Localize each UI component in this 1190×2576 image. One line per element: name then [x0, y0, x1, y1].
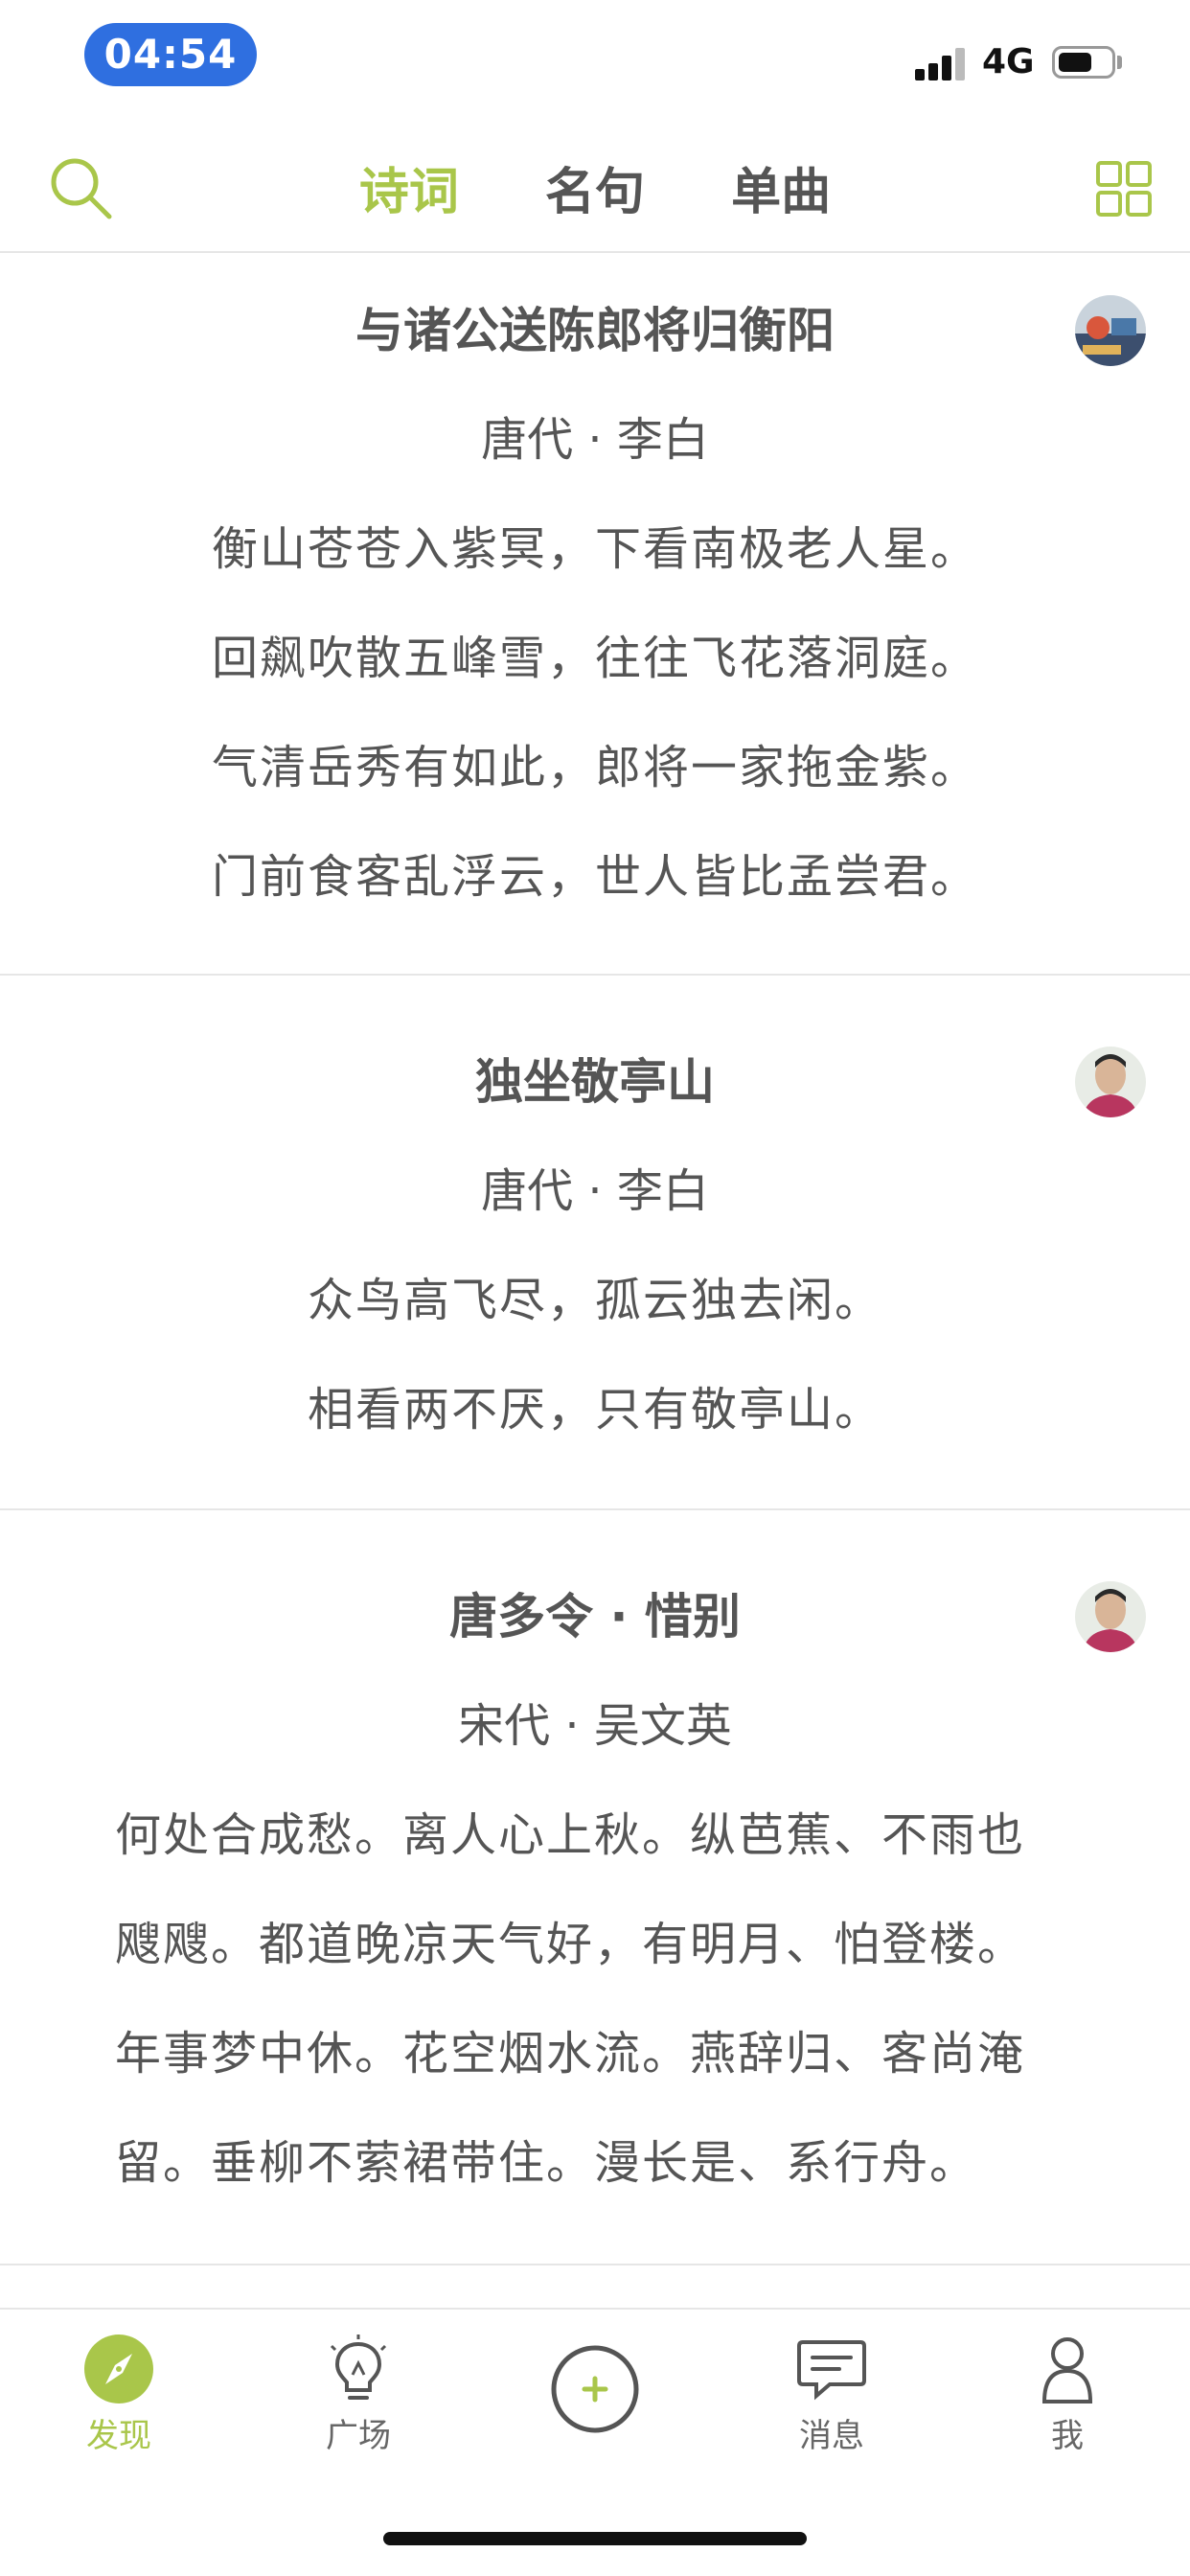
poem-line: 年事梦中休。花空烟水流。燕辞归、客尚淹 [115, 2027, 1026, 2081]
nav-label: 发现 [86, 2417, 151, 2455]
nav-label: 广场 [326, 2417, 391, 2455]
person-icon [1041, 2337, 1093, 2404]
battery-cap [1117, 56, 1122, 69]
app-screen: 04:54 4G 诗词 名句 单曲 与诸公送陈郎将归衡阳 唐代 · 李白 衡山苍… [0, 0, 1190, 2576]
poem-author: 唐代 · 李白 [481, 413, 709, 467]
signal-icon [915, 46, 969, 80]
tab-poems[interactable]: 诗词 [359, 151, 459, 223]
poem-card[interactable]: 与诸公送陈郎将归衡阳 唐代 · 李白 衡山苍苍入紫冥，下看南极老人星。 回飙吹散… [0, 253, 1190, 976]
home-indicator[interactable] [383, 2532, 807, 2545]
poem-feed: 与诸公送陈郎将归衡阳 唐代 · 李白 衡山苍苍入紫冥，下看南极老人星。 回飙吹散… [0, 253, 1190, 2266]
nav-discover[interactable]: 发现 [42, 2333, 195, 2456]
grid-menu-button[interactable] [1096, 161, 1152, 217]
poem-author: 宋代 · 吴文英 [458, 1699, 732, 1753]
poem-title: 与诸公送陈郎将归衡阳 [355, 303, 835, 358]
poem-line: 众鸟高飞尽，孤云独去闲。 [307, 1274, 882, 1327]
user-avatar-image [1075, 1581, 1146, 1652]
poem-line: 气清岳秀有如此，郎将一家拖金紫。 [211, 741, 978, 794]
category-tabs: 诗词 名句 单曲 [0, 151, 1190, 223]
plus-circle-icon [551, 2345, 639, 2433]
user-avatar-image [1075, 295, 1146, 366]
tab-songs[interactable]: 单曲 [731, 151, 831, 223]
poem-title: 唐多令 · 惜别 [449, 1589, 741, 1644]
status-bar: 04:54 4G [0, 0, 1190, 115]
poem-line: 相看两不厌，只有敬亭山。 [307, 1383, 882, 1437]
poem-line: 门前食客乱浮云，世人皆比孟尝君。 [211, 850, 978, 904]
nav-profile[interactable]: 我 [991, 2333, 1144, 2456]
chat-bubble-icon [797, 2340, 866, 2401]
compose-button[interactable] [550, 2344, 640, 2434]
battery-icon [1052, 46, 1115, 79]
poem-line: 衡山苍苍入紫冥，下看南极老人星。 [211, 522, 978, 576]
poem-card[interactable]: 独坐敬亭山 唐代 · 李白 众鸟高飞尽，孤云独去闲。 相看两不厌，只有敬亭山。 [0, 976, 1190, 1510]
poem-title: 独坐敬亭山 [475, 1054, 715, 1110]
status-time: 04:54 [84, 23, 257, 86]
nav-label: 消息 [799, 2417, 864, 2455]
poem-line: 何处合成愁。离人心上秋。纵芭蕉、不雨也 [115, 1808, 1026, 1862]
avatar[interactable] [1075, 1046, 1146, 1117]
poem-card[interactable]: 唐多令 · 惜别 宋代 · 吴文英 何处合成愁。离人心上秋。纵芭蕉、不雨也 飕飕… [0, 1510, 1190, 2266]
avatar[interactable] [1075, 1581, 1146, 1652]
nav-label: 我 [1051, 2417, 1084, 2455]
avatar[interactable] [1075, 295, 1146, 366]
user-avatar-image [1075, 1046, 1146, 1117]
network-type: 4G [982, 42, 1035, 81]
nav-messages[interactable]: 消息 [755, 2333, 908, 2456]
poem-line: 回飙吹散五峰雪，往往飞花落洞庭。 [211, 632, 978, 685]
grid-icon [1096, 161, 1152, 217]
lightbulb-icon [330, 2334, 387, 2400]
compass-icon [84, 2334, 153, 2404]
poem-line: 飕飕。都道晚凉天气好，有明月、怕登楼。 [115, 1918, 1026, 1971]
top-header: 诗词 名句 单曲 [0, 125, 1190, 253]
poem-author: 唐代 · 李白 [481, 1164, 709, 1218]
nav-square[interactable]: 广场 [282, 2333, 435, 2456]
tab-famous-lines[interactable]: 名句 [545, 151, 645, 223]
poem-line: 留。垂柳不萦裙带住。漫长是、系行舟。 [115, 2136, 978, 2190]
